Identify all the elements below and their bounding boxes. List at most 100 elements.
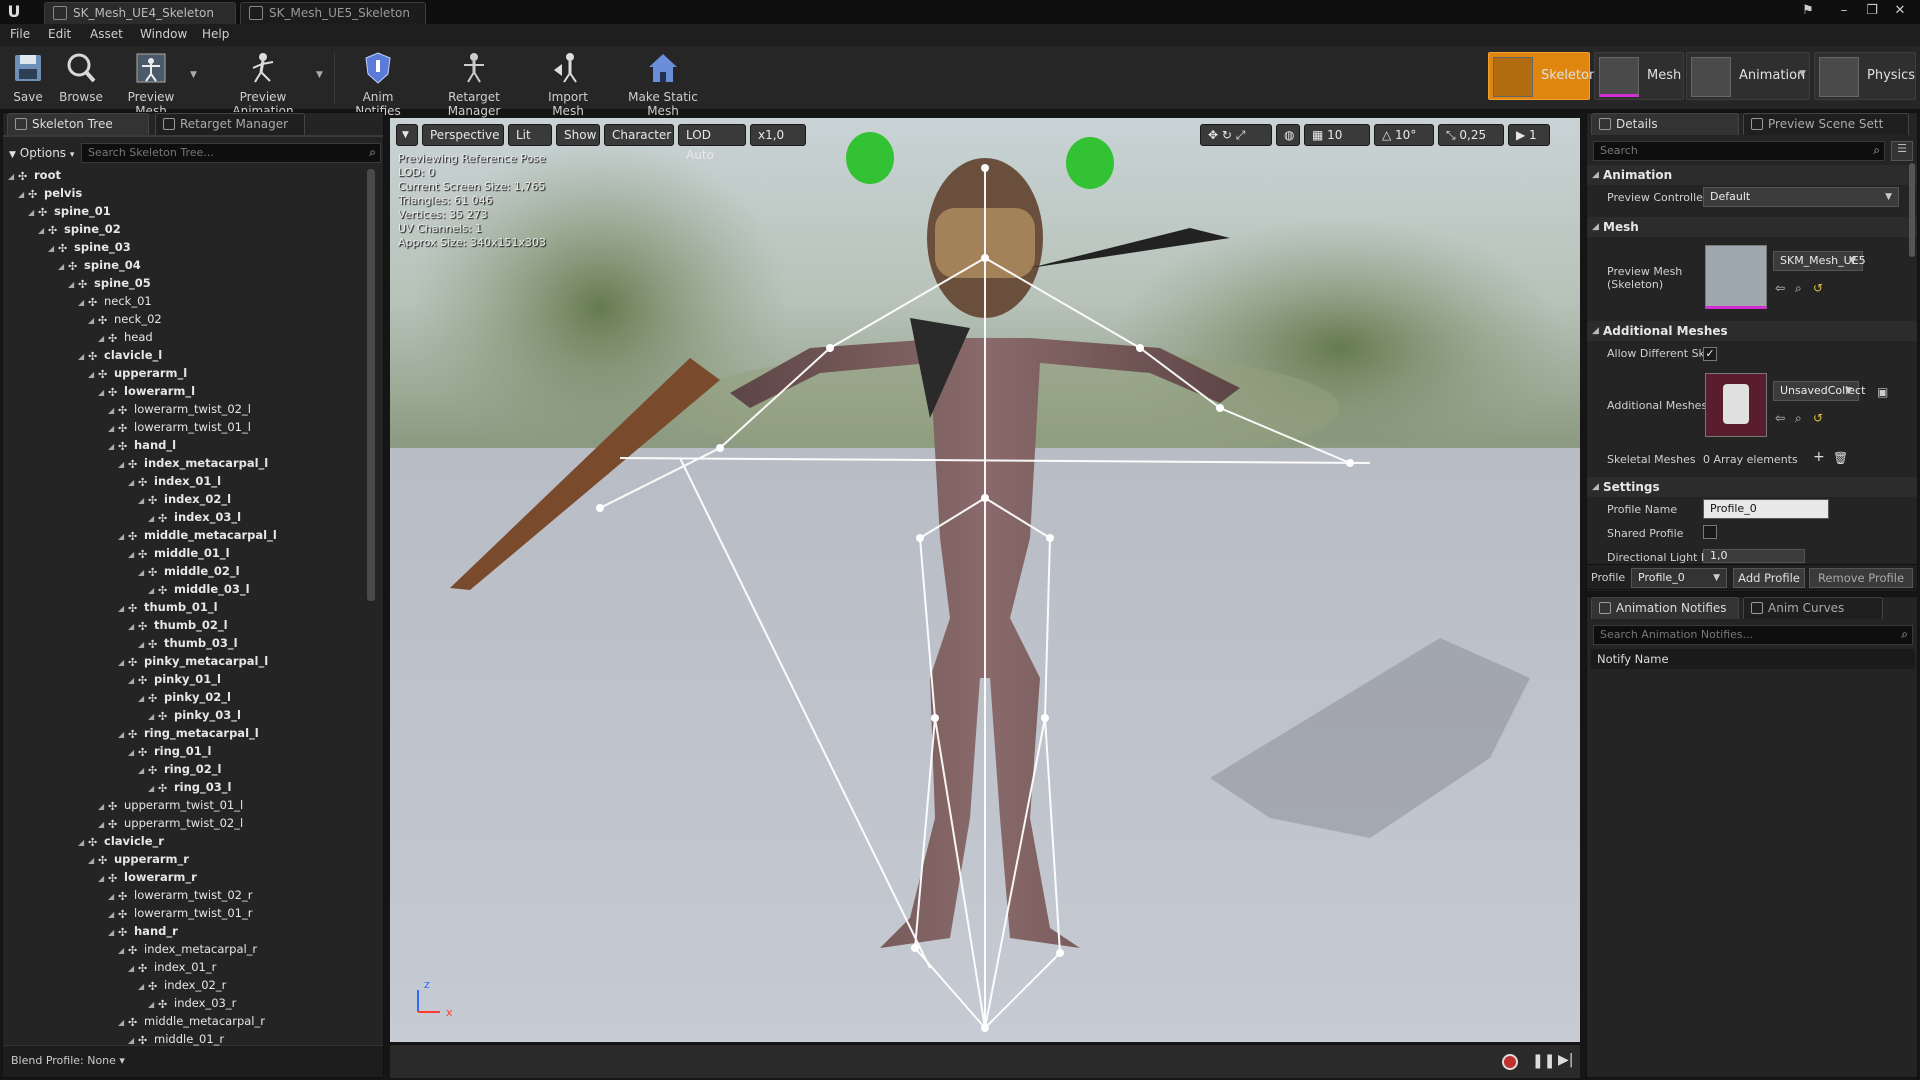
grid-snap-button[interactable]: ▦ 10	[1304, 124, 1370, 146]
step-forward-icon[interactable]: ▶|	[1558, 1052, 1573, 1068]
tree-row-bone[interactable]: ◢ ✣ pelvis	[18, 184, 82, 202]
preview-mesh-dropdown-icon[interactable]: ▼	[190, 70, 197, 80]
remove-profile-button[interactable]: Remove Profile	[1809, 568, 1913, 588]
character-button[interactable]: Character	[604, 124, 674, 146]
tree-row-bone[interactable]: ◢ ✣ lowerarm_twist_01_l	[108, 418, 251, 436]
use-selected-asset-icon[interactable]: ⇦	[1775, 411, 1785, 425]
expand-arrow-icon[interactable]: ◢	[118, 600, 128, 618]
preview-mesh-thumbnail[interactable]	[1705, 245, 1767, 309]
tree-row-bone[interactable]: ◢ ✣ hand_l	[108, 436, 176, 454]
notification-icon[interactable]: ⚑	[1794, 0, 1822, 22]
expand-arrow-icon[interactable]: ◢	[138, 762, 148, 780]
tree-row-bone[interactable]: ◢ ✣ lowerarm_twist_02_l	[108, 400, 251, 418]
tree-row-bone[interactable]: ◢ ✣ index_metacarpal_r	[118, 940, 257, 958]
tab-animation-notifies[interactable]: Animation Notifies	[1591, 597, 1739, 619]
playback-speed-button[interactable]: x1,0	[750, 124, 806, 146]
browse-asset-icon[interactable]: ⌕	[1795, 281, 1802, 296]
preview-viewport[interactable]: ▼ Perspective Lit Show Character LOD Aut…	[390, 118, 1580, 1042]
maximize-icon[interactable]: ❐	[1858, 0, 1886, 22]
document-tab-ue5-skeleton[interactable]: SK_Mesh_UE5_Skeleton ×	[240, 2, 426, 40]
expand-arrow-icon[interactable]: ◢	[78, 348, 88, 366]
section-mesh[interactable]: ◢ Mesh	[1587, 217, 1917, 237]
world-local-icon[interactable]: ◍	[1276, 124, 1300, 146]
expand-arrow-icon[interactable]: ◢	[128, 672, 138, 690]
details-scrollbar[interactable]	[1909, 163, 1915, 257]
tree-row-bone[interactable]: ◢ ✣ upperarm_l	[88, 364, 187, 382]
blend-profile-dropdown[interactable]: Blend Profile: None ▾	[11, 1054, 125, 1067]
show-button[interactable]: Show	[556, 124, 600, 146]
document-tab-ue4-skeleton[interactable]: SK_Mesh_UE4_Skeleton ×	[44, 2, 236, 40]
tree-row-bone[interactable]: ◢ ✣ index_01_r	[128, 958, 216, 976]
tree-row-bone[interactable]: ◢ ✣ neck_01	[78, 292, 152, 310]
tree-row-bone[interactable]: ◢ ✣ spine_04	[58, 256, 141, 274]
expand-arrow-icon[interactable]: ◢	[68, 276, 78, 294]
menu-help[interactable]: Help	[202, 27, 229, 41]
tree-row-bone[interactable]: ◢ ✣ index_03_r	[148, 994, 236, 1012]
tree-row-bone[interactable]: ◢ ✣ middle_03_l	[148, 580, 250, 598]
expand-arrow-icon[interactable]: ◢	[128, 546, 138, 564]
tree-row-bone[interactable]: ◢ ✣ neck_02	[88, 310, 162, 328]
viewport-options-dropdown[interactable]: ▼	[396, 124, 418, 146]
expand-arrow-icon[interactable]: ◢	[138, 690, 148, 708]
section-animation[interactable]: ◢ Animation	[1587, 165, 1917, 185]
expand-arrow-icon[interactable]: ◢	[138, 978, 148, 996]
expand-arrow-icon[interactable]: ◢	[38, 222, 48, 240]
menu-window[interactable]: Window	[140, 27, 187, 41]
section-settings[interactable]: ◢ Settings	[1587, 477, 1917, 497]
tab-skeleton-tree[interactable]: Skeleton Tree	[7, 113, 149, 135]
tree-row-bone[interactable]: ◢ ✣ ring_02_l	[138, 760, 221, 778]
tree-row-bone[interactable]: ◢ ✣ clavicle_l	[78, 346, 162, 364]
tree-row-bone[interactable]: ◢ ✣ spine_02	[38, 220, 121, 238]
tree-row-bone[interactable]: ◢ ✣ hand_r	[108, 922, 178, 940]
expand-arrow-icon[interactable]: ◢	[48, 240, 58, 258]
expand-arrow-icon[interactable]: ◢	[88, 366, 98, 384]
tree-row-bone[interactable]: ◢ ✣ spine_05	[68, 274, 151, 292]
tree-row-bone[interactable]: ◢ ✣ thumb_02_l	[128, 616, 228, 634]
expand-arrow-icon[interactable]: ◢	[138, 492, 148, 510]
expand-arrow-icon[interactable]: ◢	[118, 726, 128, 744]
tree-row-bone[interactable]: ◢ ✣ ring_03_l	[148, 778, 231, 796]
tree-row-bone[interactable]: ◢ ✣ spine_03	[48, 238, 131, 256]
expand-arrow-icon[interactable]: ◢	[108, 924, 118, 942]
tree-row-bone[interactable]: ◢ ✣ index_metacarpal_l	[118, 454, 268, 472]
tree-row-bone[interactable]: ◢ ✣ upperarm_twist_01_l	[98, 796, 243, 814]
menu-file[interactable]: File	[10, 27, 30, 41]
preview-mesh-dropdown[interactable]: SKM_Mesh_UE5 ▼	[1773, 251, 1866, 271]
anim-notifies-button[interactable]: Anim Notifies	[340, 50, 416, 118]
tree-row-bone[interactable]: ◢ ✣ head	[98, 328, 153, 346]
expand-arrow-icon[interactable]: ◢	[118, 528, 128, 546]
notify-name-column-header[interactable]: Notify Name	[1591, 649, 1915, 669]
tree-row-bone[interactable]: ◢ ✣ middle_metacarpal_r	[118, 1012, 265, 1030]
expand-arrow-icon[interactable]: ◢	[78, 834, 88, 852]
mode-physics-button[interactable]: Physics	[1814, 52, 1916, 100]
lod-auto-button[interactable]: LOD Auto	[678, 124, 746, 162]
tree-row-bone[interactable]: ◢ ✣ index_03_l	[148, 508, 241, 526]
delete-elements-icon[interactable]: 🗑	[1833, 451, 1848, 465]
expand-arrow-icon[interactable]: ◢	[128, 474, 138, 492]
profile-name-input[interactable]: Profile_0	[1703, 499, 1829, 519]
expand-arrow-icon[interactable]: ◢	[118, 654, 128, 672]
perspective-button[interactable]: Perspective	[422, 124, 504, 146]
expand-arrow-icon[interactable]: ◢	[98, 870, 108, 888]
save-collection-icon[interactable]: ▣	[1877, 385, 1888, 399]
tab-preview-scene-settings[interactable]: Preview Scene Sett	[1743, 113, 1909, 135]
shared-profile-checkbox[interactable]	[1703, 525, 1717, 539]
rotation-snap-button[interactable]: △ 10°	[1374, 124, 1434, 146]
profile-dropdown[interactable]: Profile_0 ▼	[1631, 568, 1727, 588]
animation-mode-dropdown-icon[interactable]: ▼	[1799, 69, 1806, 79]
tree-row-bone[interactable]: ◢ ✣ middle_01_l	[128, 544, 230, 562]
expand-arrow-icon[interactable]: ◢	[28, 204, 38, 222]
preview-mesh-button[interactable]: Preview Mesh	[112, 50, 190, 118]
transform-tools[interactable]: ✥ ↻ ⤢	[1200, 124, 1272, 146]
tree-row-bone[interactable]: ◢ ✣ lowerarm_twist_01_r	[108, 904, 252, 922]
add-element-icon[interactable]: +	[1813, 449, 1825, 465]
menu-asset[interactable]: Asset	[90, 27, 123, 41]
expand-arrow-icon[interactable]: ◢	[118, 942, 128, 960]
save-button[interactable]: Save	[8, 50, 48, 108]
tree-row-bone[interactable]: ◢ ✣ index_02_r	[138, 976, 226, 994]
tree-row-bone[interactable]: ◢ ✣ upperarm_r	[88, 850, 189, 868]
additional-meshes-dropdown[interactable]: UnsavedCollect ▼	[1773, 381, 1865, 401]
expand-arrow-icon[interactable]: ◢	[88, 852, 98, 870]
options-dropdown[interactable]: ▼ Options ▾	[9, 143, 74, 163]
camera-speed-button[interactable]: ▶ 1	[1508, 124, 1550, 146]
